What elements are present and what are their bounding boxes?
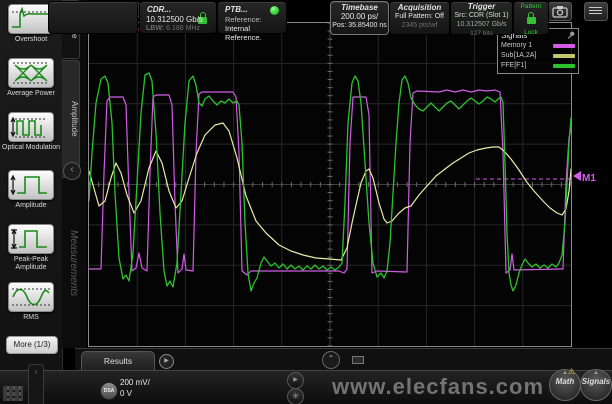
- ptb-title: PTB...: [225, 5, 248, 14]
- marker-arrow-icon: [573, 171, 581, 181]
- camera-icon: [550, 4, 570, 19]
- panel-resize-button[interactable]: [352, 356, 364, 364]
- measurement-label: RMS: [0, 314, 62, 322]
- amplitude-icon: [8, 170, 54, 200]
- measurement-rms[interactable]: RMS: [0, 282, 62, 322]
- menu-button[interactable]: [584, 2, 608, 21]
- measurements-panel-title: Measurements: [63, 230, 79, 360]
- math-label: Math: [550, 377, 580, 386]
- memory1-swatch: [553, 44, 575, 48]
- ptb-line2: Internal Reference.: [225, 24, 286, 42]
- trigger-title: Trigger: [451, 2, 512, 11]
- sub-swatch: [553, 54, 575, 58]
- collapsed-panel-tab[interactable]: ‹: [28, 364, 44, 404]
- measurement-label: Average Power: [0, 90, 62, 98]
- results-tab[interactable]: Results: [81, 351, 155, 371]
- signals-up-arrow-icon: ▲: [581, 370, 611, 377]
- oscilloscope-app: Overshoot Average Power Optical Modulati…: [0, 0, 612, 404]
- cdr-rate: 10.312500 Gb/s: [146, 15, 203, 24]
- pin-icon[interactable]: [567, 31, 575, 39]
- status-bar: [0, 370, 612, 404]
- app-grid-icon[interactable]: [3, 386, 23, 401]
- signals-button[interactable]: ▲ Signals: [580, 369, 612, 401]
- dsa-channel-badge[interactable]: DSA: [100, 382, 118, 400]
- pattern-lock-panel[interactable]: Pattern Lock: [513, 1, 549, 35]
- rms-icon: [8, 282, 54, 312]
- optical-modulation-icon: [8, 112, 54, 142]
- screenshot-button[interactable]: [548, 2, 572, 21]
- measurement-average-power[interactable]: Average Power: [0, 58, 62, 98]
- results-bar: Results ▶ ⌃: [75, 348, 612, 371]
- peak-peak-amplitude-icon: [8, 224, 54, 254]
- ptb-panel[interactable]: PTB... Reference: Internal Reference.: [217, 1, 287, 34]
- measurement-label: Overshoot: [0, 36, 62, 44]
- legend-item-ffe: FFE[F1]: [501, 61, 575, 71]
- cdr-lbw-value: 6.186 MHz: [166, 25, 200, 32]
- channel-offset[interactable]: 0 V: [120, 389, 132, 398]
- pattern-lock-icon: [527, 17, 536, 24]
- results-expand-icon[interactable]: ▶: [159, 354, 174, 369]
- math-warning-icon: ⚠: [568, 368, 575, 376]
- legend-item-sub: Sub[1A,2A]: [501, 51, 575, 61]
- ptb-line1: Reference:: [225, 15, 262, 24]
- channel-scale[interactable]: 200 mV/: [120, 378, 150, 387]
- hamburger-icon: [589, 7, 602, 16]
- math-button[interactable]: ▲ Math: [549, 369, 581, 401]
- measurement-label: Peak-Peak Amplitude: [0, 256, 62, 272]
- measurements-sidebar: Overshoot Average Power Optical Modulati…: [0, 0, 63, 370]
- ptb-status-dot: [270, 6, 279, 15]
- acquisition-title: Acquisition: [390, 3, 449, 12]
- measurement-label: Optical Modulation: [0, 144, 62, 152]
- trigger-panel[interactable]: Trigger Src: CDR (Slot 1) 10.312507 Gb/s…: [450, 1, 513, 35]
- acquisition-panel[interactable]: Acquisition Full Pattern: Off 2345 pts/w…: [389, 1, 450, 35]
- more-measurements-button[interactable]: More (1/3): [6, 336, 58, 354]
- measurement-label: Amplitude: [0, 202, 62, 210]
- timebase-scale: 200.00 ps/: [331, 12, 388, 21]
- measurement-peak-peak-amplitude[interactable]: Peak-Peak Amplitude: [0, 224, 62, 272]
- cdr-title: CDR...: [147, 5, 171, 14]
- tab-amplitude[interactable]: Amplitude: [62, 60, 80, 178]
- timebase-position: Pos: 35.85400 ns: [331, 21, 388, 30]
- run-button[interactable]: ▶: [287, 372, 304, 389]
- pattern-lock-top: Pattern: [514, 3, 548, 11]
- pattern-lock-bottom: Lock: [514, 29, 548, 37]
- cdr-panel[interactable]: CDR... 10.312500 Gb/s LBW: 6.186 MHz: [139, 1, 217, 34]
- acquisition-line1: Full Pattern: Off: [390, 12, 449, 21]
- measurement-optical-modulation[interactable]: Optical Modulation: [0, 112, 62, 152]
- marker-m1[interactable]: M1: [573, 171, 596, 184]
- measurement-amplitude[interactable]: Amplitude: [0, 170, 62, 210]
- trigger-line3: 127 bits: [451, 29, 512, 38]
- panel-expand-button[interactable]: ⌃: [322, 351, 340, 369]
- math-up-arrow-icon: ▲: [550, 370, 580, 377]
- waveform-display[interactable]: 35.85400 ns Signals Memory 1 Sub[1A,2A] …: [88, 22, 572, 347]
- legend-item-memory1: Memory 1: [501, 41, 575, 51]
- timebase-panel[interactable]: Timebase 200.00 ps/ Pos: 35.85400 ns: [330, 1, 389, 35]
- acquisition-line2: 2345 pts/wf: [390, 21, 449, 30]
- timebase-title: Timebase: [331, 3, 388, 12]
- settings-gear-button[interactable]: ✳: [287, 388, 304, 404]
- trigger-line2: 10.312507 Gb/s: [451, 20, 512, 29]
- average-power-icon: [8, 58, 54, 88]
- signals-label: Signals: [581, 377, 611, 386]
- channel-panel[interactable]: [48, 1, 138, 34]
- cdr-lbw-label: LBW:: [146, 25, 164, 32]
- collapse-sidebar-button[interactable]: ‹: [63, 162, 81, 180]
- trigger-line1: Src: CDR (Slot 1): [451, 11, 512, 20]
- ffe-swatch: [553, 64, 575, 68]
